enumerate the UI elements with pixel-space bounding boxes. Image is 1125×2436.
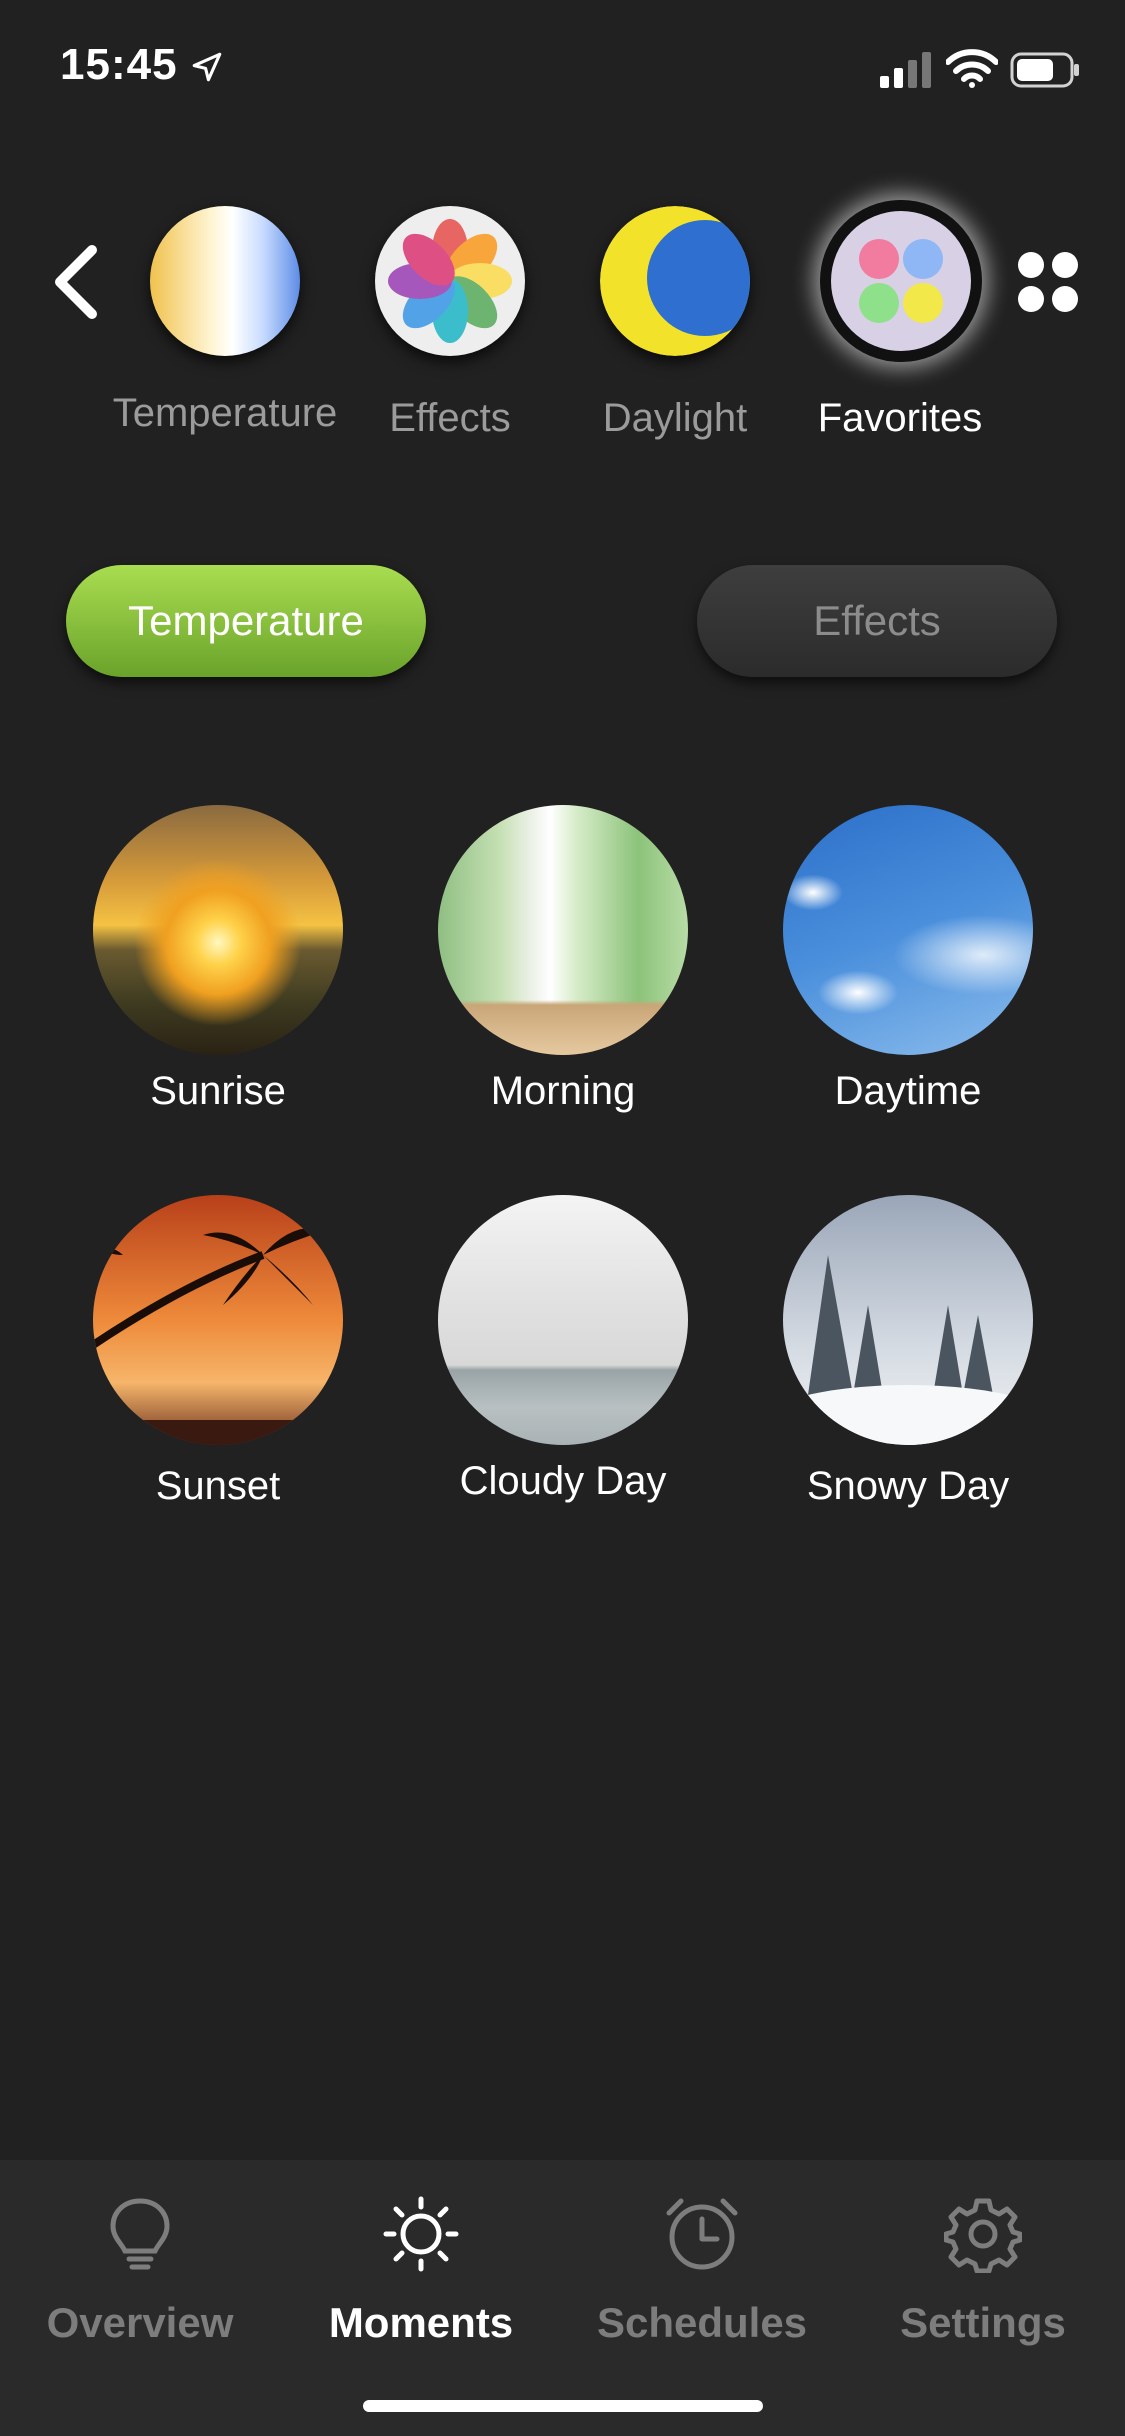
temperature-segment-button[interactable]: Temperature bbox=[66, 565, 426, 677]
moment-label: Cloudy Day bbox=[459, 1459, 667, 1503]
moment-label: Sunrise bbox=[150, 1069, 286, 1113]
back-chevron-icon[interactable] bbox=[48, 240, 102, 324]
tab-moments[interactable]: Moments bbox=[296, 2195, 546, 2347]
mode-favorites[interactable]: Favorites bbox=[818, 200, 982, 441]
tab-label: Moments bbox=[328, 2299, 514, 2346]
moment-label: Snowy Day bbox=[806, 1464, 1010, 1508]
bulb-icon bbox=[110, 2198, 170, 2270]
effects-segment-button[interactable]: Effects bbox=[697, 565, 1057, 677]
favorites-dots-icon bbox=[820, 200, 982, 362]
mode-label: Effects bbox=[389, 396, 511, 440]
moment-sunset[interactable]: Sunset bbox=[90, 1195, 343, 1509]
mode-label: Favorites bbox=[817, 396, 983, 440]
gear-icon bbox=[944, 2198, 1022, 2273]
snowy-day-image bbox=[748, 1195, 1068, 1475]
sunset-image bbox=[90, 1195, 343, 1445]
moment-snowy-day[interactable]: Snowy Day bbox=[748, 1195, 1068, 1509]
location-arrow-icon bbox=[192, 52, 222, 82]
tab-label: Settings bbox=[900, 2299, 1066, 2346]
moment-sunrise[interactable]: Sunrise bbox=[93, 805, 343, 1114]
battery-icon bbox=[1010, 52, 1079, 88]
moment-daytime[interactable]: Daytime bbox=[783, 805, 1033, 1114]
moment-cloudy-day[interactable]: Cloudy Day bbox=[438, 1195, 688, 1504]
moment-label: Daytime bbox=[834, 1069, 982, 1113]
tab-label: Schedules bbox=[596, 2299, 808, 2346]
effects-flower-icon bbox=[375, 206, 525, 356]
daylight-moon-icon bbox=[600, 206, 763, 356]
moment-label: Sunset bbox=[155, 1464, 281, 1508]
moment-label: Morning bbox=[490, 1069, 636, 1113]
daytime-image bbox=[783, 805, 1033, 1055]
tab-label: Overview bbox=[46, 2299, 234, 2346]
mode-effects[interactable]: Effects bbox=[370, 206, 530, 441]
cloudy-day-image bbox=[438, 1195, 688, 1445]
sun-icon bbox=[383, 2196, 459, 2272]
cellular-signal-icon bbox=[880, 52, 931, 88]
sunrise-image bbox=[93, 805, 343, 1055]
wifi-icon bbox=[946, 49, 998, 88]
mode-temperature[interactable]: Temperature bbox=[113, 206, 337, 436]
mode-label: Temperature bbox=[112, 391, 338, 435]
tab-schedules[interactable]: Schedules bbox=[577, 2195, 827, 2347]
moment-morning[interactable]: Morning bbox=[438, 805, 688, 1114]
tab-settings[interactable]: Settings bbox=[858, 2195, 1108, 2347]
tab-overview[interactable]: Overview bbox=[15, 2195, 265, 2347]
mode-label: Daylight bbox=[602, 396, 748, 440]
grid-menu-icon[interactable] bbox=[1016, 250, 1080, 314]
status-time: 15:45 bbox=[60, 40, 178, 89]
morning-image bbox=[438, 805, 688, 1055]
temperature-icon bbox=[150, 206, 300, 356]
home-indicator bbox=[363, 2400, 763, 2412]
alarm-clock-icon bbox=[666, 2198, 738, 2270]
mode-daylight[interactable]: Daylight bbox=[595, 206, 763, 441]
